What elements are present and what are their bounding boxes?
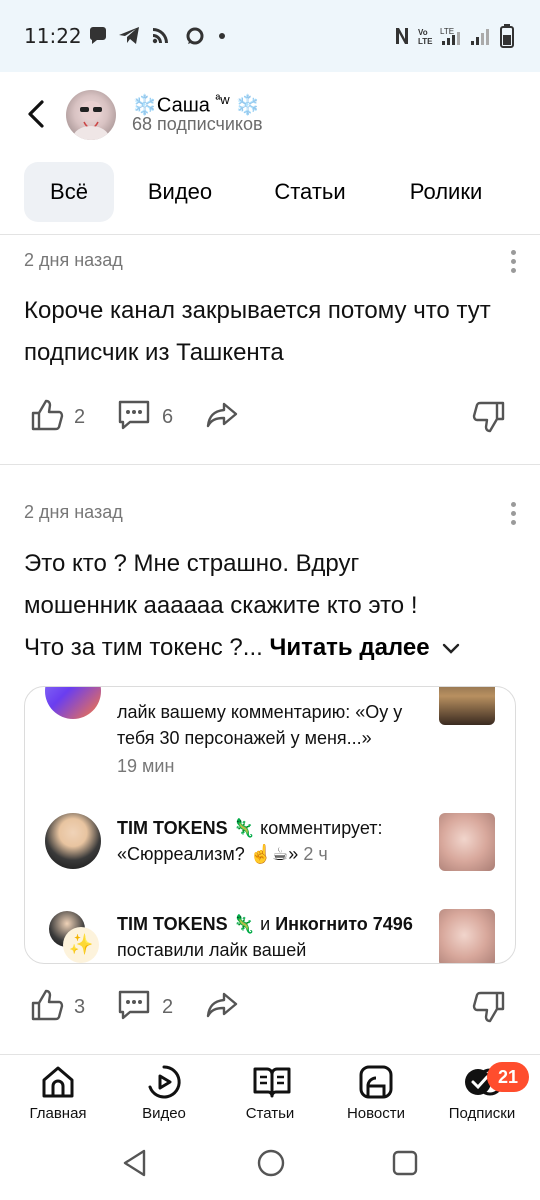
share-icon[interactable]	[204, 398, 240, 432]
rss-icon	[152, 28, 168, 44]
more-options-icon[interactable]	[508, 502, 518, 526]
tab-articles[interactable]: Статьи	[258, 162, 362, 222]
dot-icon	[219, 33, 225, 39]
notification-thumbnail	[439, 687, 495, 725]
comment-count: 6	[162, 406, 174, 428]
user-avatar	[45, 687, 101, 719]
divider	[0, 464, 540, 465]
post-date: 2 дня назад	[24, 502, 123, 522]
post-text-line: Что за тим токенс ?...	[24, 634, 263, 661]
status-bar: 11:22 Vo LTE LTE	[0, 0, 540, 72]
nav-label: Новости	[346, 1105, 406, 1122]
tab-all[interactable]: Всё	[24, 162, 114, 222]
clock: 11:22	[24, 24, 82, 48]
notification-text: TIM TOKENS 🦎 комментирует: «Сюрреализм? …	[117, 815, 437, 867]
back-arrow-icon[interactable]	[22, 96, 52, 132]
divider	[0, 234, 540, 235]
notification-body: лайк вашему комментарию: «Оу у тебя 30 п…	[117, 702, 403, 748]
tab-video[interactable]: Видео	[128, 162, 232, 222]
recents-square-icon[interactable]	[390, 1148, 420, 1178]
system-navigation	[0, 1136, 540, 1200]
notification-text: TIM TOKENS 🦎 и Инкогнито 7496 поставили …	[117, 911, 437, 963]
telegram-icon	[119, 27, 139, 44]
notification-action: поставили лайк вашей	[117, 940, 307, 960]
channel-header: ❄️Саша ªw ❄️ 68 подписчиков	[0, 72, 540, 158]
lizard-emoji-icon: 🦎	[232, 818, 256, 838]
channel-avatar[interactable]	[66, 90, 116, 140]
sparkle-icon: ✨	[63, 927, 99, 963]
notification-action: комментирует:	[260, 818, 383, 838]
like-icon[interactable]	[30, 398, 64, 432]
notification-badge: 21	[487, 1062, 529, 1092]
subscriber-count: 68 подписчиков	[132, 114, 263, 134]
user-avatar	[45, 813, 101, 869]
notification-quote: «Сюрреализм? ☝️☕»	[117, 844, 299, 864]
post-date: 2 дня назад	[24, 250, 123, 270]
post-text-line: мошенник аааааа скажите кто это !	[24, 592, 418, 619]
notification-time: 19 мин	[117, 756, 175, 776]
notification-text: лайк вашему комментарию: «Оу у тебя 30 п…	[117, 699, 437, 779]
like-count: 2	[74, 406, 86, 428]
notification-user: TIM TOKENS	[117, 818, 228, 838]
nfc-icon	[396, 28, 408, 44]
bottom-navigation: Главная Видео Статьи Новости Подписки	[0, 1056, 540, 1136]
lizard-emoji-icon: 🦎	[232, 914, 256, 934]
notification-time: 2 ч	[303, 844, 328, 864]
tab-shorts[interactable]: Ролики	[392, 162, 500, 222]
volte-icon: Vo LTE	[418, 28, 433, 46]
back-triangle-icon[interactable]	[120, 1148, 150, 1178]
post-text-line: Это кто ? Мне страшно. Вдруг	[24, 550, 360, 577]
notification-user: TIM TOKENS	[117, 914, 228, 934]
share-icon[interactable]	[204, 988, 240, 1022]
comment-icon[interactable]	[116, 988, 152, 1022]
comment-count: 2	[162, 996, 174, 1018]
nav-label: Статьи	[245, 1105, 295, 1122]
book-icon	[253, 1067, 291, 1098]
divider	[0, 1054, 540, 1055]
read-more-link[interactable]: Читать далее	[269, 634, 429, 661]
svg-text:LTE: LTE	[440, 27, 454, 36]
nav-home[interactable]: Главная	[8, 1056, 108, 1136]
nav-label: Подписки	[448, 1105, 516, 1122]
comment-icon[interactable]	[116, 398, 152, 432]
like-count: 3	[74, 996, 86, 1018]
chevron-down-icon[interactable]	[442, 643, 460, 655]
chat-bubble-icon	[89, 27, 106, 44]
post-text[interactable]: Короче канал закрывается потому что тут …	[24, 290, 514, 374]
nav-video[interactable]: Видео	[114, 1056, 214, 1136]
nav-label: Видео	[142, 1105, 186, 1122]
home-circle-icon[interactable]	[256, 1148, 286, 1178]
nav-news[interactable]: Новости	[326, 1056, 426, 1136]
channel-name-suffix: ªw	[215, 92, 230, 107]
message-circle-icon	[186, 27, 204, 45]
content-tabs: Всё Видео Статьи Ролики	[0, 158, 540, 234]
nav-label: Главная	[29, 1105, 87, 1122]
signal-icon	[471, 29, 489, 45]
embedded-screenshot[interactable]: лайк вашему комментарию: «Оу у тебя 30 п…	[24, 686, 516, 964]
notification-conjunction: и	[260, 914, 271, 934]
post-text[interactable]: Это кто ? Мне страшно. Вдруг мошенник аа…	[24, 543, 514, 669]
dislike-icon[interactable]	[472, 990, 506, 1024]
video-play-icon	[148, 1065, 181, 1099]
notification-thumbnail	[439, 813, 495, 871]
lte-signal-icon: LTE	[440, 27, 460, 45]
notification-thumbnail	[439, 909, 495, 963]
dislike-icon[interactable]	[472, 400, 506, 434]
battery-icon	[500, 24, 514, 48]
news-icon	[359, 1065, 393, 1099]
nav-articles[interactable]: Статьи	[220, 1056, 320, 1136]
more-options-icon[interactable]	[508, 250, 518, 274]
notification-user: Инкогнито 7496	[275, 914, 413, 934]
home-icon	[42, 1066, 74, 1098]
like-icon[interactable]	[30, 988, 64, 1022]
